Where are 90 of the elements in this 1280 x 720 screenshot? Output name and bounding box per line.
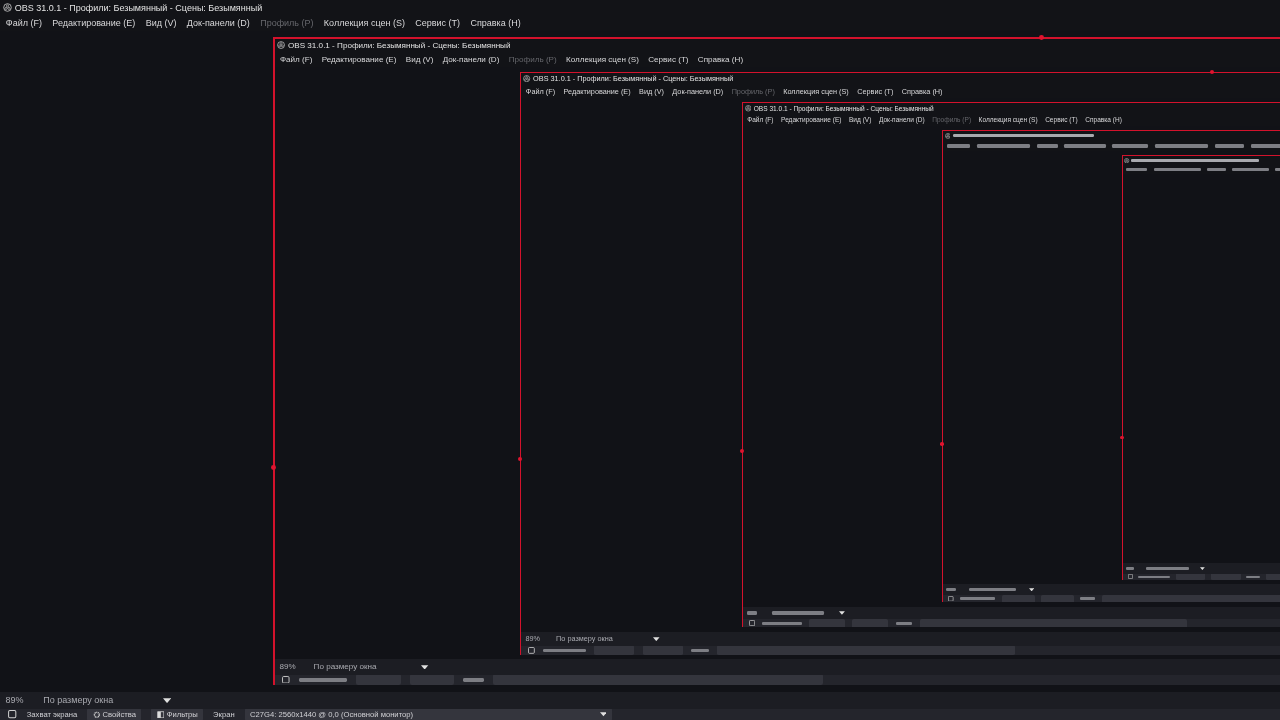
menu-item[interactable]: Сервис (T) — [648, 54, 689, 64]
toolbar-button[interactable] — [1041, 595, 1074, 603]
menu-item[interactable]: Справка (H) — [697, 54, 744, 64]
display-dropdown[interactable] — [717, 645, 1015, 655]
illegible-text — [946, 144, 971, 148]
resize-handle[interactable] — [740, 448, 745, 453]
illegible-text — [1080, 597, 1096, 600]
illegible-text — [1207, 168, 1227, 171]
illegible-text — [542, 648, 587, 652]
scale-dropdown[interactable]: По размеру окна — [313, 662, 429, 672]
caret-icon — [1200, 566, 1206, 571]
toolbar-button[interactable] — [808, 619, 845, 628]
gear-icon — [92, 710, 101, 719]
obs-logo-icon — [744, 105, 752, 112]
zoom-level: 89% — [5, 695, 24, 706]
illegible-text — [1125, 567, 1135, 570]
toolbar-button[interactable] — [852, 619, 889, 628]
illegible-text — [1146, 567, 1189, 570]
toolbar-button[interactable] — [642, 645, 683, 655]
illegible-text — [746, 610, 758, 615]
caret-icon — [838, 610, 845, 615]
illegible-text — [946, 587, 956, 591]
illegible-text — [762, 621, 802, 625]
display-dropdown[interactable] — [1101, 595, 1280, 603]
checkbox-icon[interactable] — [282, 675, 290, 684]
caret-icon — [162, 697, 171, 704]
toolbar-button[interactable] — [355, 674, 401, 685]
obs-logo-icon — [1124, 157, 1130, 163]
illegible-text — [690, 648, 710, 652]
illegible-text — [1250, 144, 1280, 148]
menu-item[interactable]: Редактирование (E) — [321, 54, 397, 64]
menu-item[interactable]: Коллекция сцен (S) — [566, 54, 639, 64]
resize-handle[interactable] — [518, 456, 523, 462]
menu-item[interactable]: Док-панели (D) — [186, 18, 250, 28]
obs-logo-icon — [944, 132, 951, 139]
caret-icon — [599, 712, 607, 717]
caret-icon — [653, 636, 660, 641]
illegible-text — [771, 610, 825, 615]
window-title: OBS 31.0.1 - Профили: Безымянный - Сцены: Безымянный — [14, 2, 263, 13]
toolbar-button[interactable] — [1211, 573, 1241, 581]
caret-icon — [421, 664, 429, 670]
obs-logo-icon — [277, 41, 286, 50]
toolbar-button[interactable] — [1001, 595, 1035, 603]
resize-handle[interactable] — [1039, 35, 1045, 41]
obs-logo-icon — [523, 75, 531, 83]
illegible-text — [1036, 144, 1058, 148]
scale-dropdown[interactable]: По размеру окна — [43, 695, 171, 706]
illegible-text — [1153, 168, 1202, 171]
menu-item[interactable]: Вид (V) — [405, 54, 434, 64]
illegible-text — [895, 621, 913, 625]
illegible-text — [1138, 575, 1171, 578]
caret-icon — [1028, 587, 1035, 592]
toolbar-button[interactable] — [409, 674, 455, 685]
menu-item[interactable]: Файл (F) — [5, 18, 42, 28]
zoom-level: 89% — [279, 662, 296, 672]
illegible-text — [1246, 575, 1260, 578]
illegible-text — [1154, 144, 1208, 148]
resize-handle[interactable] — [940, 442, 944, 446]
illegible-text — [1214, 144, 1245, 148]
menu-item[interactable]: Сервис (T) — [415, 18, 461, 28]
menu-item[interactable]: Редактирование (E) — [52, 18, 136, 28]
resize-handle[interactable] — [1209, 69, 1215, 74]
illegible-text — [1232, 168, 1270, 171]
illegible-text — [1064, 144, 1106, 148]
toolbar-button[interactable] — [1175, 573, 1206, 581]
window-title: OBS 31.0.1 - Профили: Безымянный - Сцены: Безымянный — [288, 40, 511, 50]
checkbox-icon[interactable] — [1127, 574, 1133, 580]
display-dropdown[interactable] — [919, 619, 1188, 628]
illegible-text — [968, 587, 1016, 591]
illegible-text — [1126, 168, 1148, 171]
menu-item[interactable]: Вид (V) — [145, 18, 177, 28]
illegible-text — [1112, 144, 1148, 148]
checkbox-icon[interactable] — [8, 710, 17, 719]
illegible-text — [960, 597, 996, 600]
checkbox-icon[interactable] — [749, 619, 756, 627]
menu-item[interactable]: Справка (H) — [470, 18, 521, 28]
toolbar-button[interactable] — [594, 645, 635, 655]
illegible-text — [298, 677, 347, 682]
illegible-text — [977, 144, 1031, 148]
resize-handle[interactable] — [1120, 435, 1124, 439]
checkbox-icon[interactable] — [948, 595, 954, 602]
filter-icon — [156, 710, 165, 719]
display-dropdown[interactable] — [492, 674, 824, 685]
menu-item[interactable]: Файл (F) — [279, 54, 313, 64]
menu-item[interactable]: Док-панели (D) — [442, 54, 500, 64]
menu-item[interactable]: Коллекция сцен (S) — [323, 18, 405, 28]
obs-logo-icon — [2, 3, 12, 12]
checkbox-icon[interactable] — [527, 646, 535, 654]
illegible-text — [463, 677, 484, 682]
resize-handle[interactable] — [271, 464, 277, 470]
